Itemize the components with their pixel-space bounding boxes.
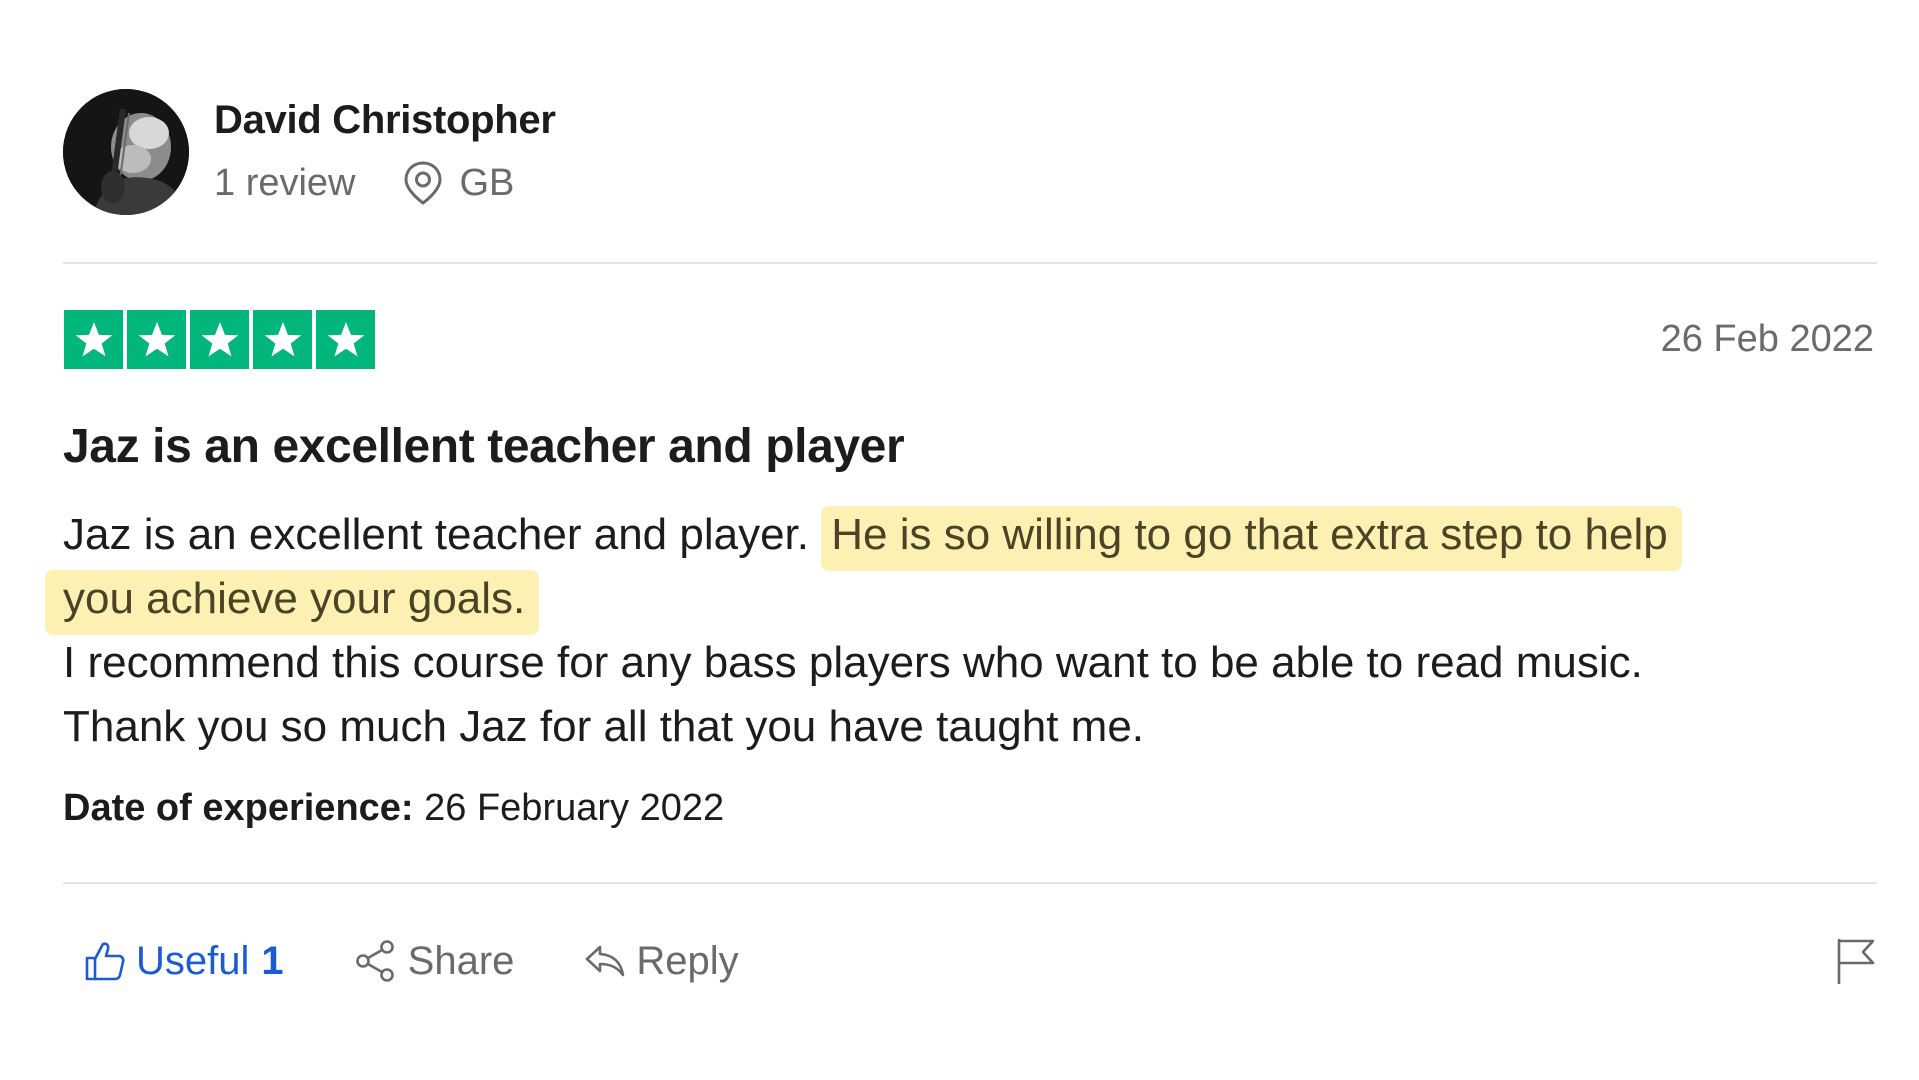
useful-button[interactable]: Useful 1 <box>84 939 284 984</box>
share-label: Share <box>407 938 515 983</box>
star-icon <box>64 310 123 369</box>
date-of-experience: Date of experience: 26 February 2022 <box>63 785 724 831</box>
review-body-line: Jaz is an excellent teacher and player. … <box>63 503 1853 571</box>
review-body-line: you achieve your goals. <box>45 567 1853 635</box>
highlighted-text: you achieve your goals. <box>45 570 540 635</box>
experience-date: 26 February 2022 <box>413 787 725 829</box>
review-date: 26 Feb 2022 <box>1660 318 1874 360</box>
reviewer-location: GB <box>459 161 515 204</box>
star-icon <box>316 310 375 369</box>
thumbs-up-icon <box>84 940 126 982</box>
star-icon <box>127 310 186 369</box>
star-rating <box>64 310 375 369</box>
review-body: Jaz is an excellent teacher and player. … <box>45 503 1853 759</box>
reviewer-name[interactable]: David Christopher <box>214 96 556 144</box>
share-icon <box>354 939 398 983</box>
reply-button[interactable]: Reply <box>584 938 739 984</box>
share-button[interactable]: Share <box>354 938 515 984</box>
location-pin-icon <box>402 160 444 206</box>
review-title[interactable]: Jaz is an excellent teacher and player <box>63 418 905 476</box>
footer-divider <box>63 882 1877 884</box>
reviewer-meta: 1 review GB <box>214 158 514 208</box>
header-divider <box>63 262 1877 264</box>
review-body-line: I recommend this course for any bass pla… <box>63 638 1643 687</box>
flag-icon[interactable] <box>1836 937 1876 985</box>
review-text: Jaz is an excellent teacher and player. <box>63 510 822 559</box>
review-count[interactable]: 1 review <box>214 162 356 205</box>
star-icon <box>190 310 249 369</box>
useful-count: 1 <box>261 938 284 983</box>
review-body-line: Thank you so much Jaz for all that you h… <box>63 702 1145 751</box>
avatar[interactable] <box>63 89 189 215</box>
highlighted-text: He is so willing to go that extra step t… <box>821 506 1682 571</box>
review-card: David Christopher 1 review GB 26 Feb 202… <box>0 0 1919 1080</box>
useful-label: Useful <box>136 938 250 983</box>
review-actions: Useful 1 Share Reply <box>84 935 739 987</box>
star-icon <box>253 310 312 369</box>
experience-label: Date of experience: <box>63 787 414 829</box>
reply-label: Reply <box>636 938 739 983</box>
reply-icon <box>584 941 626 981</box>
